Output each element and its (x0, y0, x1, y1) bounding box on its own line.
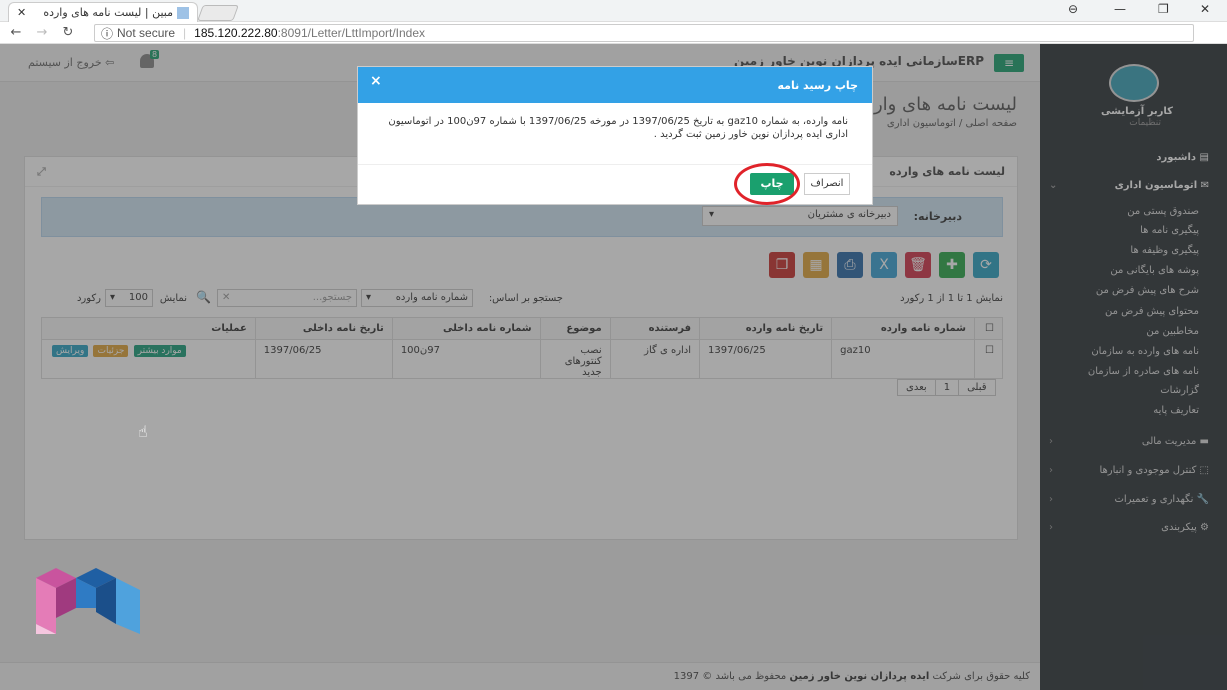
close-window-button[interactable]: ✕ (1200, 2, 1210, 16)
reload-icon[interactable]: ↻ (58, 25, 78, 40)
url-path: :8091/Letter/LttImport/Index (277, 26, 426, 40)
close-icon[interactable]: × (370, 73, 382, 89)
modal-title: چاپ رسید نامه (777, 79, 858, 92)
browser-tab[interactable]: مبین | لیست نامه های وارده ✕ (8, 2, 198, 22)
address-bar-row: ← → ↻ ⓘ Not secure | 185.120.222.80 :809… (0, 22, 1227, 60)
maximize-button[interactable]: ❐ (1158, 2, 1169, 16)
minimize-button[interactable]: — (1114, 2, 1126, 16)
page-favicon-icon (177, 6, 189, 19)
watermark-logo (36, 568, 140, 634)
new-tab-button[interactable] (197, 5, 239, 21)
info-icon: ⓘ (101, 26, 114, 41)
modal-header: چاپ رسید نامه × (358, 67, 872, 103)
security-status: Not secure (117, 26, 176, 40)
profile-icon[interactable]: ⊖ (1068, 2, 1078, 16)
highlight-circle (734, 163, 800, 205)
back-icon[interactable]: ← (6, 25, 26, 40)
url-host: 185.120.222.80 (194, 26, 278, 40)
browser-tabstrip: مبین | لیست نامه های وارده ✕ ⊖ — ❐ ✕ (0, 0, 1227, 22)
cancel-button[interactable]: انصراف (804, 173, 850, 195)
tab-close-icon[interactable]: ✕ (17, 6, 26, 19)
forward-icon[interactable]: → (32, 25, 52, 40)
mouse-cursor-icon: ☝ (138, 422, 148, 441)
logo-facet (116, 578, 140, 634)
tab-title: مبین | لیست نامه های وارده (43, 6, 173, 19)
modal-message: نامه وارده، به شماره gaz10 به تاریخ 1397… (358, 103, 872, 165)
url-field[interactable]: ⓘ Not secure | 185.120.222.80 :8091/Lett… (94, 24, 1194, 42)
